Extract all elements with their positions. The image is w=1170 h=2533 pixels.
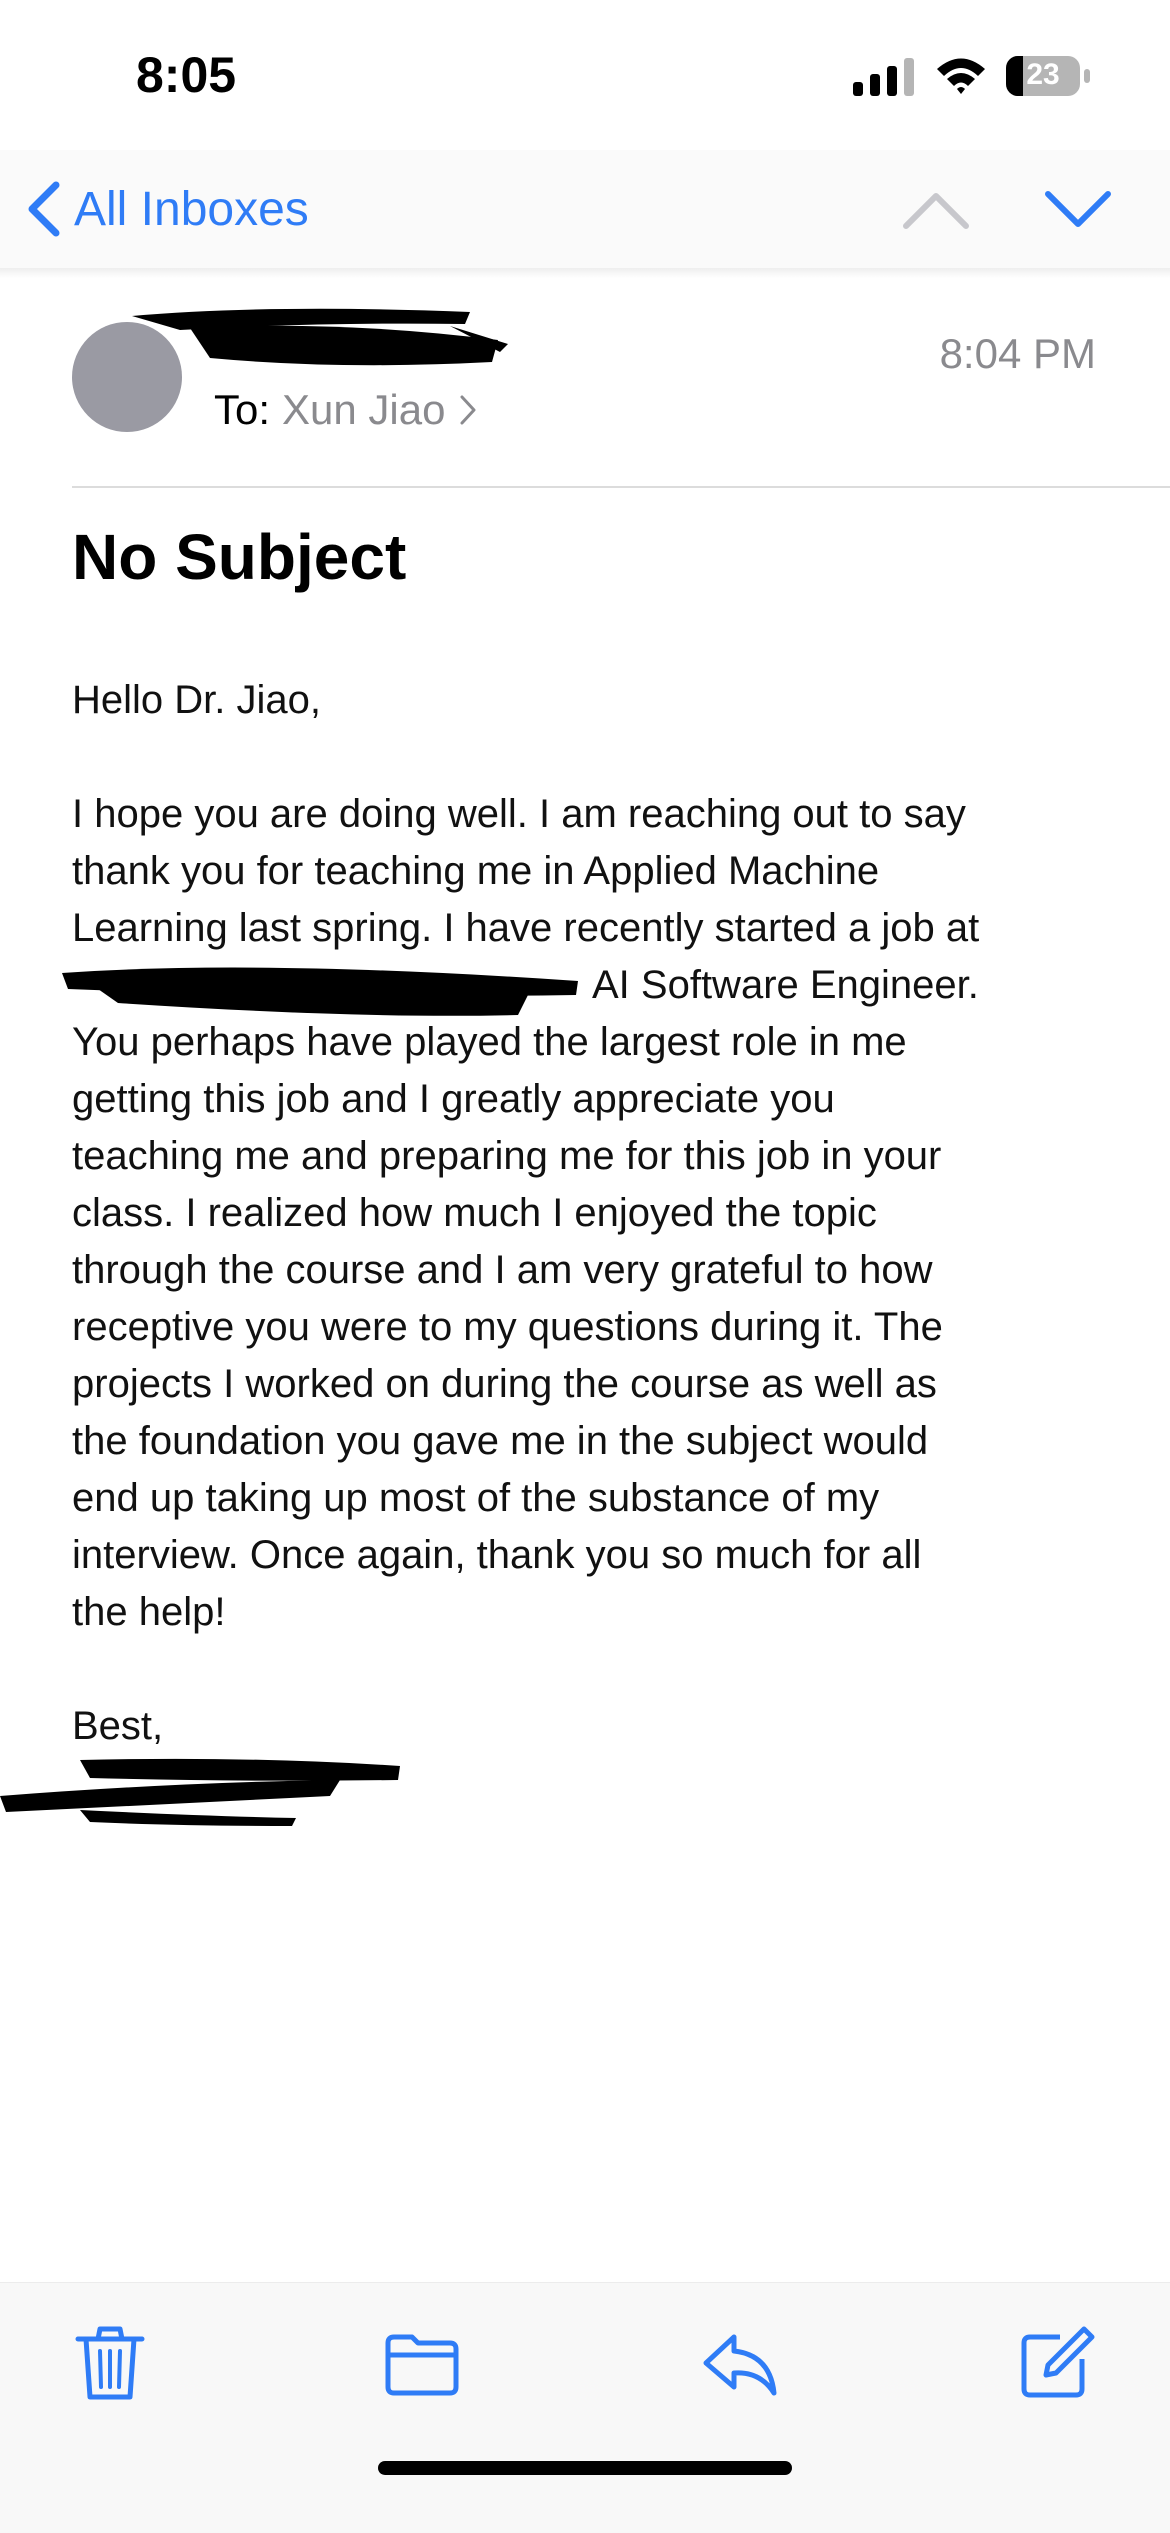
- nav-bar: All Inboxes: [0, 150, 1170, 270]
- status-time: 8:05: [136, 47, 237, 103]
- reply-icon[interactable]: [700, 2323, 780, 2403]
- body-line: I hope you are doing well. I am reaching…: [72, 792, 966, 836]
- body-line: interview. Once again, thank you so much…: [72, 1533, 922, 1577]
- nav-shadow: [0, 268, 1170, 278]
- body-line: receptive you were to my questions durin…: [72, 1305, 943, 1349]
- body-line: class. I realized how much I enjoyed the…: [72, 1191, 877, 1235]
- message-timestamp: 8:04 PM: [939, 330, 1096, 377]
- body-line: through the course and I am very gratefu…: [72, 1248, 933, 1292]
- chevron-left-icon: [28, 181, 60, 237]
- body-line: Learning last spring. I have recently st…: [72, 906, 980, 950]
- greeting: Hello Dr. Jiao,: [72, 678, 321, 722]
- back-label: All Inboxes: [74, 182, 309, 236]
- trash-icon[interactable]: [70, 2323, 150, 2403]
- back-button[interactable]: All Inboxes: [24, 176, 309, 242]
- redaction-mark: [132, 308, 508, 366]
- to-label: To:: [214, 386, 271, 433]
- compose-icon[interactable]: [1016, 2323, 1096, 2403]
- recipient-name[interactable]: Xun Jiao: [282, 386, 445, 434]
- folder-icon[interactable]: [382, 2323, 462, 2403]
- body-line-text: AI Software Engineer.: [592, 963, 979, 1007]
- body-line: thank you for teaching me in Applied Mac…: [72, 849, 880, 893]
- wifi-icon: [937, 58, 985, 94]
- message-subject: No Subject: [72, 521, 407, 593]
- battery-level: 23: [1026, 58, 1060, 91]
- chevron-right-icon: [460, 395, 476, 425]
- header-divider: [72, 486, 1170, 488]
- home-indicator: [378, 2461, 792, 2475]
- message-body: Hello Dr. Jiao, I hope you are doing wel…: [62, 672, 1132, 1755]
- body-line: end up taking up most of the substance o…: [72, 1476, 880, 1520]
- recipient-row[interactable]: To: Xun Jiao: [214, 386, 479, 434]
- body-line: AI Software Engineer.: [62, 957, 1132, 1016]
- body-line: projects I worked on during the course a…: [72, 1362, 937, 1406]
- chevron-up-icon[interactable]: [900, 180, 972, 240]
- redaction-mark: [0, 1758, 400, 1826]
- body-line: getting this job and I greatly appreciat…: [72, 1077, 835, 1121]
- body-line: the help!: [72, 1590, 226, 1634]
- cellular-signal-icon: [853, 58, 914, 96]
- redaction-mark: [62, 967, 578, 1016]
- body-line: teaching me and preparing me for this jo…: [72, 1134, 942, 1178]
- status-bar: 8:05 23: [0, 0, 1170, 150]
- closing: Best,: [72, 1704, 164, 1748]
- body-line: the foundation you gave me in the subjec…: [72, 1419, 929, 1463]
- battery-icon: 23: [1006, 56, 1090, 96]
- chevron-down-icon[interactable]: [1042, 180, 1114, 240]
- bottom-toolbar: [0, 2282, 1170, 2533]
